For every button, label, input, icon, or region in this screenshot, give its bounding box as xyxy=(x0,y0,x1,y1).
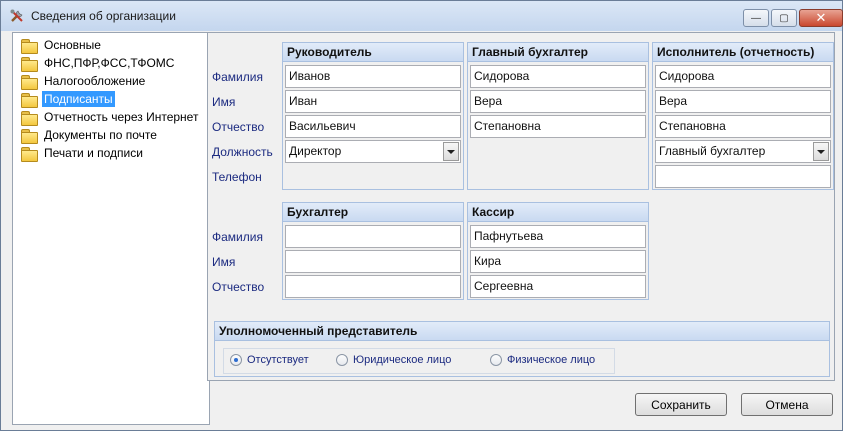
radio-individual-label: Физическое лицо xyxy=(507,354,596,366)
executor-name-field[interactable]: Вера xyxy=(655,90,831,113)
director-position-select[interactable]: Директор xyxy=(285,140,461,163)
chevron-down-icon[interactable] xyxy=(443,142,459,161)
executor-patronymic-field[interactable]: Степановна xyxy=(655,115,831,138)
chief-accountant-group: Главный бухгалтер Сидорова Вера Степанов… xyxy=(467,42,649,190)
folder-icon xyxy=(21,56,38,72)
label-phone: Телефон xyxy=(212,170,262,184)
cashier-group-title: Кассир xyxy=(468,203,648,222)
minimize-icon: — xyxy=(751,12,761,24)
executor-group: Исполнитель (отчетность) Сидорова Вера С… xyxy=(652,42,834,190)
minimize-button[interactable]: — xyxy=(743,9,769,27)
label-position: Должность xyxy=(212,145,273,159)
tree-item-mail-documents[interactable]: Документы по почте xyxy=(21,127,159,144)
radio-individual[interactable]: Физическое лицо xyxy=(490,354,595,366)
chief-accountant-patronymic-field[interactable]: Степановна xyxy=(470,115,646,138)
folder-open-icon xyxy=(21,92,38,108)
folder-icon xyxy=(21,110,38,126)
director-group-title: Руководитель xyxy=(283,43,463,62)
cashier-name-field[interactable]: Кира xyxy=(470,250,646,273)
tree-item-label: ФНС,ПФР,ФСС,ТФОМС xyxy=(44,56,175,70)
radio-legal-entity[interactable]: Юридическое лицо xyxy=(336,354,451,366)
radio-unchecked-icon xyxy=(336,354,348,366)
tree-item-taxation[interactable]: Налогообложение xyxy=(21,73,147,90)
tree-item-main[interactable]: Основные xyxy=(21,37,103,54)
save-button[interactable]: Сохранить xyxy=(635,393,727,416)
executor-group-title: Исполнитель (отчетность) xyxy=(653,43,833,62)
close-icon: ✕ xyxy=(815,10,827,25)
tree-item-label: Подписанты xyxy=(42,91,115,107)
signatories-panel: Фамилия Имя Отчество Должность Телефон Р… xyxy=(207,32,835,381)
tree-item-label: Документы по почте xyxy=(44,128,157,142)
director-name-field[interactable]: Иван xyxy=(285,90,461,113)
tree-item-signatories[interactable]: Подписанты xyxy=(21,91,115,108)
tree-item-agencies[interactable]: ФНС,ПФР,ФСС,ТФОМС xyxy=(21,55,176,72)
radio-none-label: Отсутствует xyxy=(247,354,309,366)
radio-unchecked-icon xyxy=(490,354,502,366)
director-position-value: Директор xyxy=(289,144,342,158)
chevron-down-icon[interactable] xyxy=(813,142,829,161)
chief-accountant-group-title: Главный бухгалтер xyxy=(468,43,648,62)
director-patronymic-field[interactable]: Васильевич xyxy=(285,115,461,138)
accountant-surname-field[interactable] xyxy=(285,225,461,248)
chief-accountant-name-field[interactable]: Вера xyxy=(470,90,646,113)
label-name: Имя xyxy=(212,95,236,109)
tree-item-label: Налогообложение xyxy=(44,74,146,88)
tree-item-label: Печати и подписи xyxy=(44,146,143,160)
executor-surname-field[interactable]: Сидорова xyxy=(655,65,831,88)
representative-group-title: Уполномоченный представитель xyxy=(215,322,829,341)
title-bar[interactable]: Сведения об организации — ▢ ✕ xyxy=(1,1,843,31)
director-group: Руководитель Иванов Иван Васильевич Дире… xyxy=(282,42,464,190)
cashier-group: Кассир Пафнутьева Кира Сергеевна xyxy=(467,202,649,300)
tree-item-seals-signatures[interactable]: Печати и подписи xyxy=(21,145,145,162)
executor-position-value: Главный бухгалтер xyxy=(659,144,766,158)
dialog-client-area: Основные ФНС,ПФР,ФСС,ТФОМС Налогообложен… xyxy=(8,31,836,425)
folder-icon xyxy=(21,128,38,144)
chief-accountant-surname-field[interactable]: Сидорова xyxy=(470,65,646,88)
label-surname: Фамилия xyxy=(212,70,263,84)
director-surname-field[interactable]: Иванов xyxy=(285,65,461,88)
folder-icon xyxy=(21,74,38,90)
label-surname: Фамилия xyxy=(212,230,263,244)
label-name: Имя xyxy=(212,255,236,269)
accountant-name-field[interactable] xyxy=(285,250,461,273)
cashier-surname-field[interactable]: Пафнутьева xyxy=(470,225,646,248)
representative-radio-group: Отсутствует Юридическое лицо Физическое … xyxy=(223,348,615,374)
tree-item-label: Отчетность через Интернет xyxy=(44,110,199,124)
tree-item-label: Основные xyxy=(44,38,101,52)
executor-position-select[interactable]: Главный бухгалтер xyxy=(655,140,831,163)
executor-phone-field[interactable] xyxy=(655,165,831,188)
section-tree[interactable]: Основные ФНС,ПФР,ФСС,ТФОМС Налогообложен… xyxy=(12,32,210,425)
cancel-button[interactable]: Отмена xyxy=(741,393,833,416)
tools-icon xyxy=(10,9,23,22)
accountant-group-title: Бухгалтер xyxy=(283,203,463,222)
maximize-icon: ▢ xyxy=(779,12,789,24)
label-patronymic: Отчество xyxy=(212,280,265,294)
tree-item-internet-reporting[interactable]: Отчетность через Интернет xyxy=(21,109,200,126)
accountant-patronymic-field[interactable] xyxy=(285,275,461,298)
folder-icon xyxy=(21,146,38,162)
window-title: Сведения об организации xyxy=(31,9,176,23)
label-patronymic: Отчество xyxy=(212,120,265,134)
maximize-button[interactable]: ▢ xyxy=(771,9,797,27)
representative-group: Уполномоченный представитель Отсутствует… xyxy=(214,321,830,377)
radio-none[interactable]: Отсутствует xyxy=(230,354,309,366)
folder-icon xyxy=(21,38,38,54)
accountant-group: Бухгалтер xyxy=(282,202,464,300)
dialog-window: Сведения об организации — ▢ ✕ Основные Ф… xyxy=(0,0,843,431)
radio-legal-entity-label: Юридическое лицо xyxy=(353,354,452,366)
cashier-patronymic-field[interactable]: Сергеевна xyxy=(470,275,646,298)
radio-checked-icon xyxy=(230,354,242,366)
close-button[interactable]: ✕ xyxy=(799,9,843,27)
